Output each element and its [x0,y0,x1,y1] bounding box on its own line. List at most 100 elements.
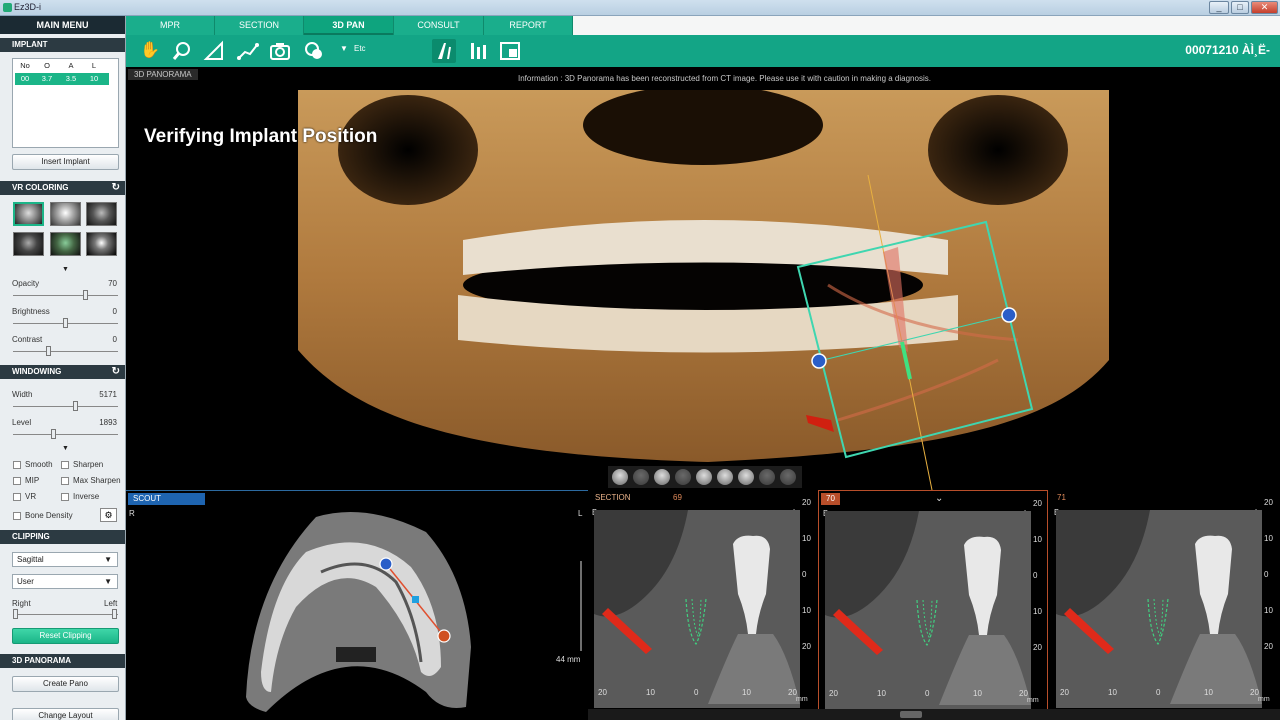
view-right-icon[interactable] [675,469,691,485]
view-top-icon[interactable] [696,469,712,485]
view-front-icon[interactable] [612,469,628,485]
3d-panorama-header: 3D PANORAMA [0,654,125,668]
opacity-slider-track[interactable] [13,295,118,296]
implant-bounding-box[interactable] [796,220,1034,459]
scout-view[interactable]: SCOUT R L 44 mm [126,490,588,720]
panel-icon[interactable] [498,39,522,63]
scout-handle-start[interactable] [379,557,393,571]
vr-preset-4[interactable] [13,232,44,256]
minimize-button[interactable]: _ [1209,1,1229,14]
max-sharpen-label: Max Sharpen [73,476,121,485]
vr-preset-3[interactable] [86,202,117,226]
section-view-71[interactable]: 71 B L 201001020201001020mm [1050,490,1280,720]
vr-coloring-header: VR COLORING ↻ [0,181,125,195]
mip-label: MIP [25,476,40,485]
tab-consult[interactable]: CONSULT [394,16,484,35]
etc-label[interactable]: Etc [354,44,366,53]
vr-coloring-title: VR COLORING [12,183,69,192]
section-view-69[interactable]: SECTION 69 B L 201001020201001020mm [588,490,818,720]
scout-handle-end[interactable] [437,629,451,643]
inverse-checkbox[interactable] [61,493,69,501]
view-left-icon[interactable] [654,469,670,485]
smooth-label: Smooth [25,460,53,469]
implant-tool-icon[interactable] [432,39,456,63]
brightness-slider-thumb[interactable] [63,318,68,328]
expand-triangle-icon[interactable]: ▼ [62,445,69,452]
implant-handle-left[interactable] [811,353,827,369]
cell-o: 3.7 [41,74,53,83]
opacity-slider-thumb[interactable] [83,290,88,300]
tab-report[interactable]: REPORT [484,16,573,35]
section-scroll-thumb[interactable] [900,711,922,718]
3d-panorama-viewport[interactable]: 3D PANORAMA Information : 3D Panorama ha… [126,67,1280,490]
view-reset-icon[interactable] [759,469,775,485]
settings-gear-icon[interactable]: ⚙ [100,508,117,522]
view-extra-icon[interactable] [780,469,796,485]
view-bottom-icon[interactable] [717,469,733,485]
scout-center-handle[interactable] [412,596,419,603]
ruler-vertical-tick: 20 [1033,643,1042,652]
sharpen-label: Sharpen [73,460,104,469]
implant-body[interactable] [883,247,908,352]
layers-icon[interactable] [302,39,326,63]
patient-id: 00071210 ÀÌ¸Ë- [1185,43,1270,57]
section-view-70[interactable]: 70 B L ⌄ 201001020201001020mm [818,490,1048,720]
implant-handle-right[interactable] [1001,307,1017,323]
vr-preset-6[interactable] [86,232,117,256]
insert-implant-button[interactable]: Insert Implant [12,154,119,170]
vr-preset-1[interactable] [13,202,44,226]
vr-preset-2[interactable] [50,202,81,226]
width-slider-track[interactable] [13,406,118,407]
section-scrollbar[interactable] [588,709,1280,720]
view-back-icon[interactable] [633,469,649,485]
level-slider-track[interactable] [13,434,118,435]
clip-right-thumb[interactable] [13,609,18,619]
tab-section[interactable]: SECTION [215,16,304,35]
ruler-horizontal-tick: 10 [646,688,655,697]
clip-left-thumb[interactable] [112,609,117,619]
maximize-button[interactable]: □ [1231,1,1249,14]
camera-icon[interactable] [268,39,292,63]
refresh-icon[interactable]: ↻ [112,181,120,195]
implant-row[interactable]: 00 3.7 3.5 10 [15,73,109,85]
contrast-slider-track[interactable] [13,351,118,352]
main-tab-bar: MPR SECTION 3D PAN CONSULT REPORT [126,16,1280,35]
expand-triangle-icon[interactable]: ▼ [62,266,69,273]
angle-icon[interactable] [202,39,226,63]
view-rotate-icon[interactable] [738,469,754,485]
tab-3d-pan[interactable]: 3D PAN [304,16,394,35]
sharpen-checkbox[interactable] [61,461,69,469]
contrast-slider-thumb[interactable] [46,346,51,356]
clipping-mode-select[interactable]: User ▼ [12,574,118,589]
level-slider-thumb[interactable] [51,429,56,439]
vr-view-icons [608,466,802,488]
pano-caption: Verifying Implant Position [144,126,378,147]
change-layout-button[interactable]: Change Layout [12,708,119,720]
clipping-header: CLIPPING [0,530,125,544]
ruler-vertical-tick: 0 [1033,571,1038,580]
clip-range-slider-track[interactable] [13,614,118,615]
smooth-checkbox[interactable] [13,461,21,469]
vr-checkbox[interactable] [13,493,21,501]
zoom-icon[interactable] [170,39,194,63]
ruler-horizontal-tick: 10 [742,688,751,697]
etc-dropdown-icon[interactable]: ▼ [340,44,348,53]
mip-checkbox[interactable] [13,477,21,485]
inverse-label: Inverse [73,492,100,501]
clipping-plane-select[interactable]: Sagittal ▼ [12,552,118,567]
close-button[interactable]: ✕ [1251,1,1278,14]
tab-mpr[interactable]: MPR [126,16,215,35]
refresh-icon[interactable]: ↻ [112,365,120,379]
hand-icon[interactable]: ✋ [138,39,162,63]
implant-adjust-icon[interactable] [466,39,490,63]
create-pano-button[interactable]: Create Pano [12,676,119,692]
width-slider-thumb[interactable] [73,401,78,411]
nerve-canal-marker [806,415,834,432]
max-sharpen-checkbox[interactable] [61,477,69,485]
opacity-label: Opacity [12,279,40,288]
vr-preset-5[interactable] [50,232,81,256]
reset-clipping-button[interactable]: Reset Clipping [12,628,119,644]
bone-density-checkbox[interactable] [13,512,21,520]
distance-icon[interactable] [236,39,260,63]
main-menu-header[interactable]: MAIN MENU [0,16,125,34]
